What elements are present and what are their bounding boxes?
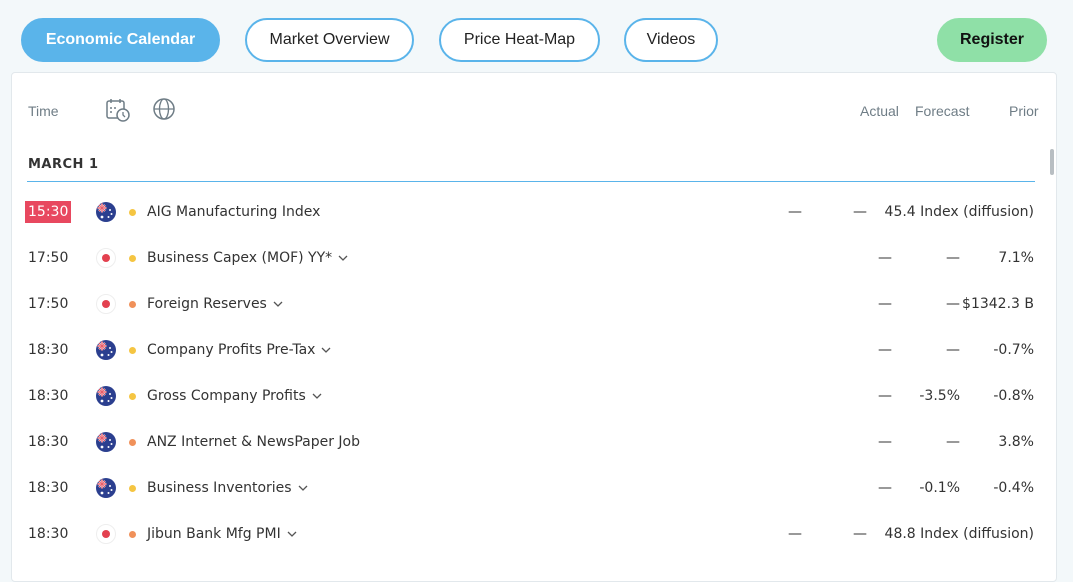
event-row[interactable]: 18:30 ANZ Internet & NewsPaper Job — — 3.8% [12, 419, 1052, 465]
event-name[interactable]: AIG Manufacturing Index [147, 189, 320, 235]
chevron-down-icon[interactable] [338, 235, 348, 281]
event-forecast: — [946, 342, 960, 358]
event-time: 18:30 [28, 526, 69, 542]
register-button[interactable]: Register [937, 18, 1047, 62]
event-row[interactable]: 17:50 Foreign Reserves — — $1342.3 B [12, 281, 1052, 327]
chevron-down-icon[interactable] [287, 511, 297, 557]
event-forecast: — [946, 434, 960, 450]
event-name[interactable]: ANZ Internet & NewsPaper Job [147, 419, 360, 465]
event-name-label: Foreign Reserves [147, 296, 267, 312]
impact-dot-icon [129, 531, 136, 538]
event-actual: — [878, 480, 892, 496]
australia-flag-icon [96, 386, 116, 406]
event-row[interactable]: 15:30 AIG Manufacturing Index — — 45.4 Index… [12, 189, 1052, 235]
australia-flag-icon [96, 340, 116, 360]
event-name[interactable]: Gross Company Profits [147, 373, 322, 419]
japan-flag-icon [96, 524, 116, 544]
top-nav: Economic Calendar Market Overview Price … [0, 0, 1073, 72]
event-time: 15:30 [25, 201, 72, 223]
event-time: 18:30 [28, 434, 69, 450]
event-prior: 3.8% [998, 434, 1034, 450]
event-row[interactable]: 18:30 Jibun Bank Mfg PMI — — 48.8 Index (dif… [12, 511, 1052, 557]
time-column-header: Time [28, 103, 59, 119]
event-name[interactable]: Jibun Bank Mfg PMI [147, 511, 297, 557]
impact-dot-icon [129, 439, 136, 446]
event-name-label: Business Capex (MOF) YY* [147, 250, 333, 266]
event-actual: — [878, 434, 892, 450]
event-prior: -0.7% [993, 342, 1034, 358]
tab-market-overview[interactable]: Market Overview [245, 18, 414, 62]
event-prior: -0.4% [993, 480, 1034, 496]
australia-flag-icon [96, 432, 116, 452]
event-name-label: Gross Company Profits [147, 388, 306, 404]
calendar-panel: Time Actual Forecast Prior MARCH 1 15:30… [11, 72, 1057, 582]
event-actual: — [878, 250, 892, 266]
event-name[interactable]: Business Capex (MOF) YY* [147, 235, 348, 281]
event-name[interactable]: Business Inventories [147, 465, 308, 511]
event-prior: 7.1% [998, 250, 1034, 266]
prior-column-header: Prior [1009, 103, 1039, 119]
event-name[interactable]: Company Profits Pre-Tax [147, 327, 331, 373]
event-prior: 48.8 Index (diffusion) [884, 526, 1034, 542]
event-forecast: — [853, 526, 867, 542]
event-prior: -0.8% [993, 388, 1034, 404]
chevron-down-icon[interactable] [273, 281, 283, 327]
event-forecast: -0.1% [919, 480, 960, 496]
event-row[interactable]: 18:30 Business Inventories — -0.1% -0.4% [12, 465, 1052, 511]
event-actual: — [788, 204, 802, 220]
event-prior: $1342.3 B [962, 296, 1034, 312]
event-name-label: Company Profits Pre-Tax [147, 342, 316, 358]
actual-column-header: Actual [860, 103, 899, 119]
impact-dot-icon [129, 347, 136, 354]
event-prior: 45.4 Index (diffusion) [884, 204, 1034, 220]
event-row[interactable]: 17:50 Business Capex (MOF) YY* — — 7.1% [12, 235, 1052, 281]
event-name[interactable]: Foreign Reserves [147, 281, 283, 327]
calendar-clock-icon[interactable] [105, 97, 131, 127]
event-row[interactable]: 18:30 Gross Company Profits — -3.5% -0.8% [12, 373, 1052, 419]
event-name-label: ANZ Internet & NewsPaper Job [147, 434, 361, 450]
date-section-title: MARCH 1 [28, 157, 99, 172]
japan-flag-icon [96, 248, 116, 268]
tab-price-heat-map[interactable]: Price Heat-Map [439, 18, 600, 62]
australia-flag-icon [96, 478, 116, 498]
japan-flag-icon [96, 294, 116, 314]
event-time: 18:30 [28, 342, 69, 358]
event-name-label: Jibun Bank Mfg PMI [147, 526, 281, 542]
event-name-label: AIG Manufacturing Index [147, 204, 321, 220]
event-actual: — [878, 388, 892, 404]
event-time: 17:50 [28, 296, 69, 312]
event-actual: — [878, 342, 892, 358]
chevron-down-icon[interactable] [321, 327, 331, 373]
impact-dot-icon [129, 255, 136, 262]
australia-flag-icon [96, 202, 116, 222]
event-forecast: — [946, 296, 960, 312]
impact-dot-icon [129, 301, 136, 308]
tab-videos[interactable]: Videos [624, 18, 718, 62]
event-forecast: -3.5% [919, 388, 960, 404]
event-time: 17:50 [28, 250, 69, 266]
scrollbar-thumb[interactable] [1050, 149, 1054, 175]
impact-dot-icon [129, 209, 136, 216]
event-row[interactable]: 18:30 Company Profits Pre-Tax — — -0.7% [12, 327, 1052, 373]
event-time: 18:30 [28, 388, 69, 404]
tab-economic-calendar[interactable]: Economic Calendar [21, 18, 220, 62]
event-actual: — [878, 296, 892, 312]
impact-dot-icon [129, 485, 136, 492]
section-divider [27, 181, 1035, 182]
event-forecast: — [946, 250, 960, 266]
event-time: 18:30 [28, 480, 69, 496]
event-forecast: — [853, 204, 867, 220]
chevron-down-icon[interactable] [312, 373, 322, 419]
event-actual: — [788, 526, 802, 542]
forecast-column-header: Forecast [915, 103, 970, 119]
chevron-down-icon[interactable] [298, 465, 308, 511]
event-name-label: Business Inventories [147, 480, 292, 496]
globe-icon[interactable] [152, 97, 176, 125]
impact-dot-icon [129, 393, 136, 400]
